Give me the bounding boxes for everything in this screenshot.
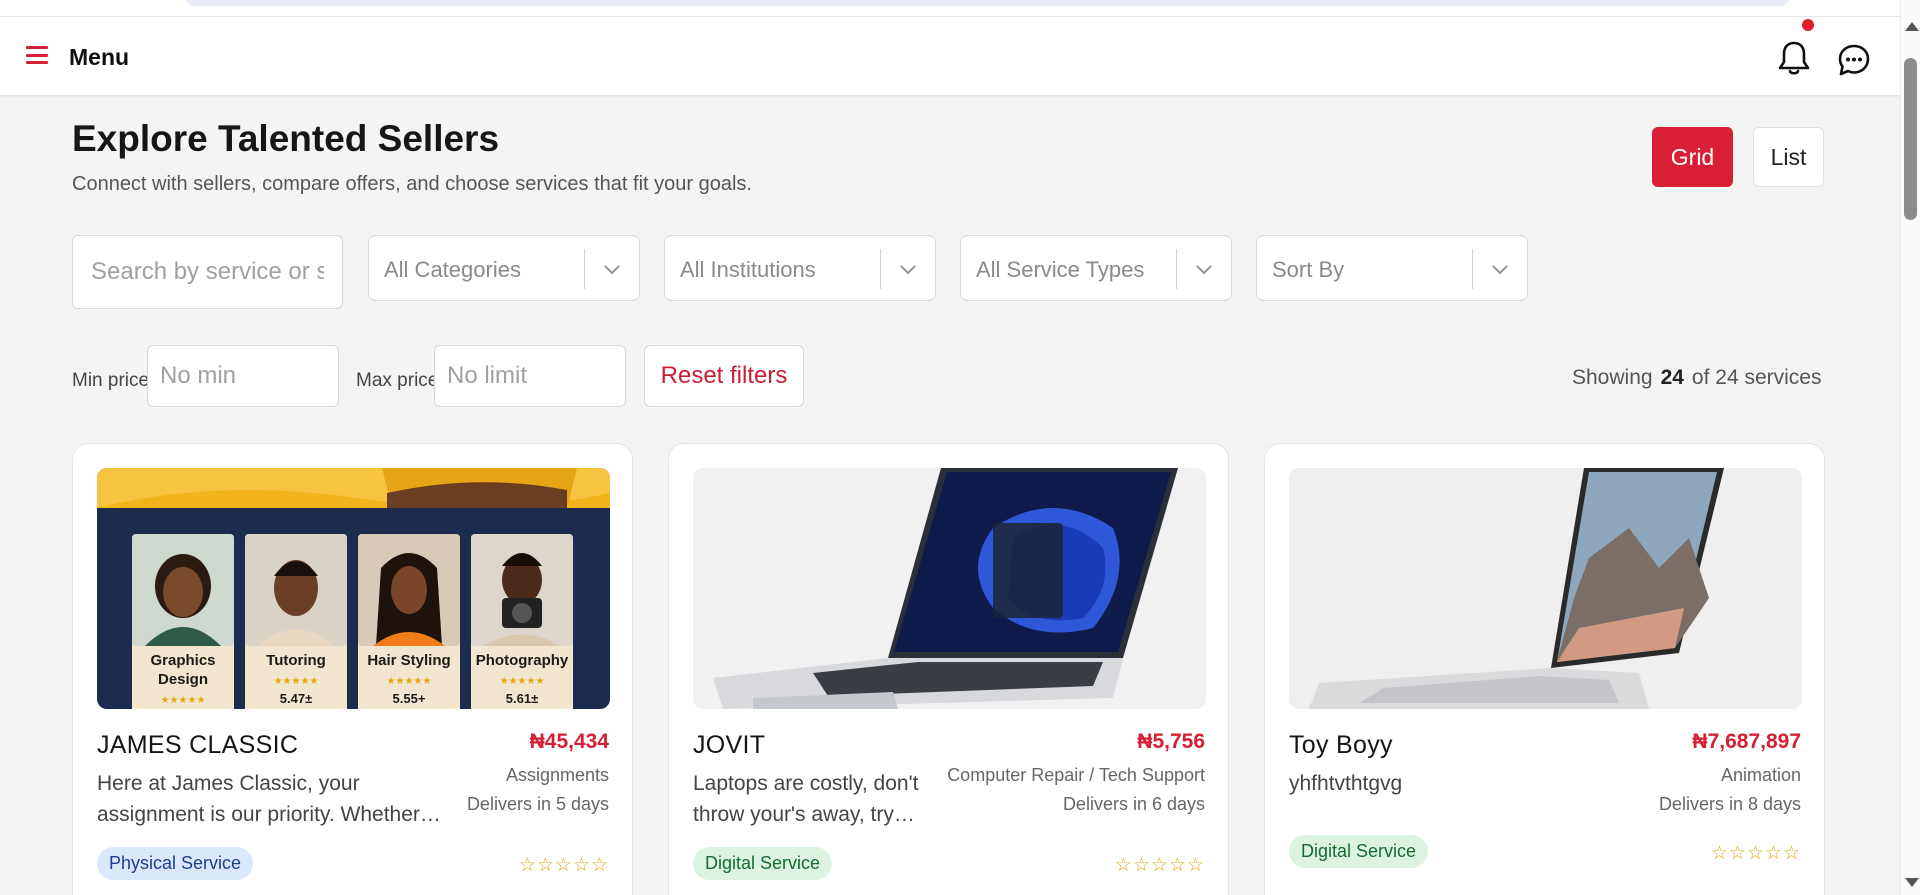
app-header: Menu [0, 17, 1900, 96]
sellers-collage-image: Graphics Design ★★★★★ Tutoring ★★★★★ 5.4… [97, 468, 610, 709]
institutions-select-value: All Institutions [680, 257, 816, 282]
service-card-category: Computer Repair / Tech Support [947, 765, 1205, 785]
rating-stars-icon: ☆☆☆☆☆ [518, 855, 609, 876]
search-input[interactable] [72, 235, 343, 309]
chevron-down-icon [604, 265, 620, 275]
scroll-thumb[interactable] [1904, 58, 1917, 220]
institutions-select[interactable]: All Institutions [664, 235, 936, 301]
rating-stars-icon: ☆☆☆☆☆ [1710, 843, 1801, 864]
tile-label-line1: Photography [476, 652, 569, 669]
grid-view-button[interactable]: Grid [1652, 127, 1733, 187]
service-card-description: Laptops are costly, don't throw your's a… [693, 772, 919, 826]
tile-label-line2: Design [158, 671, 208, 688]
showing-suffix: of 24 services [1691, 366, 1822, 389]
service-types-select-value: All Service Types [976, 257, 1145, 282]
service-card[interactable]: JOVIT ₦5,756 Laptops are costly, don't t… [668, 443, 1229, 895]
max-price-input[interactable] [434, 345, 626, 407]
top-search-pill [185, 0, 1790, 6]
chevron-down-icon [1492, 265, 1508, 275]
menu-label[interactable]: Menu [69, 44, 129, 71]
select-divider [1472, 249, 1473, 289]
service-card-price: ₦7,687,897 [1692, 730, 1801, 753]
service-card[interactable]: Toy Boyy ₦7,687,897 yhfhtvthtgvg Animati… [1264, 443, 1825, 895]
categories-select[interactable]: All Categories [368, 235, 640, 301]
chat-icon[interactable] [1837, 43, 1871, 77]
service-type-badge: Digital Service [1289, 835, 1429, 868]
service-card-seller-name[interactable]: JAMES CLASSIC [97, 731, 298, 760]
tile-label-line2: ★★★★★ [500, 676, 545, 687]
service-card-delivery: Delivers in 5 days [466, 794, 609, 814]
service-card-price: ₦5,756 [1137, 730, 1205, 753]
min-price-label: Min price [72, 370, 150, 391]
scroll-down-arrow-icon[interactable] [1905, 878, 1919, 887]
tile-label-line1: Graphics [150, 652, 215, 669]
service-card-seller-name[interactable]: JOVIT [693, 731, 765, 760]
chevron-down-icon [900, 265, 916, 275]
categories-select-value: All Categories [384, 257, 521, 282]
tile-score: ★★★★★ [161, 695, 206, 706]
service-card-image [1289, 468, 1802, 709]
page-title: Explore Talented Sellers [72, 118, 500, 159]
service-types-select[interactable]: All Service Types [960, 235, 1232, 301]
service-card[interactable]: Graphics Design ★★★★★ Tutoring ★★★★★ 5.4… [72, 443, 633, 895]
rating-stars-icon: ☆☆☆☆☆ [1114, 855, 1205, 876]
hamburger-menu-icon[interactable] [26, 46, 48, 64]
tile-label-line1: Hair Styling [367, 652, 450, 669]
tile-score: 5.55+ [393, 691, 426, 706]
service-type-badge: Physical Service [97, 847, 254, 880]
service-card-seller-name[interactable]: Toy Boyy [1289, 731, 1393, 760]
tile-label-line1: Tutoring [266, 652, 326, 669]
laptop-image [693, 468, 1206, 709]
select-divider [1176, 249, 1177, 289]
service-card-delivery: Delivers in 8 days [1658, 794, 1801, 814]
browser-top-strip [0, 0, 1900, 17]
sort-by-select[interactable]: Sort By [1256, 235, 1528, 301]
max-price-label: Max price [356, 370, 439, 391]
list-view-button[interactable]: List [1753, 127, 1824, 187]
select-divider [880, 249, 881, 289]
sort-by-select-value: Sort By [1272, 257, 1345, 282]
chevron-down-icon [1196, 265, 1212, 275]
service-card-category: Assignments [505, 765, 609, 785]
notification-bell-icon[interactable] [1777, 39, 1811, 77]
service-type-badge: Digital Service [693, 847, 833, 880]
service-card-description: yhfhtvthtgvg [1289, 772, 1403, 795]
results-count: Showing 24 of 24 services [1572, 366, 1821, 390]
select-divider [584, 249, 585, 289]
reset-filters-button[interactable]: Reset filters [644, 345, 804, 407]
page-subtitle: Connect with sellers, compare offers, an… [72, 173, 752, 195]
tile-score: 5.61± [506, 691, 538, 706]
tile-score: 5.47± [280, 691, 312, 706]
notification-dot [1800, 17, 1816, 33]
tile-label-line2: ★★★★★ [387, 676, 432, 687]
service-card-delivery: Delivers in 6 days [1062, 794, 1205, 814]
scroll-up-arrow-icon[interactable] [1905, 22, 1919, 31]
tile-label-line2: ★★★★★ [274, 676, 319, 687]
service-card-price: ₦45,434 [529, 730, 609, 753]
service-card-image [693, 468, 1206, 709]
service-card-category: Animation [1720, 765, 1801, 785]
service-card-description: Here at James Classic, your assignment i… [97, 772, 441, 826]
service-card-image: Graphics Design ★★★★★ Tutoring ★★★★★ 5.4… [97, 468, 610, 709]
min-price-input[interactable] [147, 345, 339, 407]
laptop-image [1289, 468, 1802, 709]
showing-prefix: Showing [1572, 366, 1653, 389]
page-scrollbar[interactable] [1900, 0, 1920, 895]
showing-count: 24 [1660, 366, 1684, 389]
